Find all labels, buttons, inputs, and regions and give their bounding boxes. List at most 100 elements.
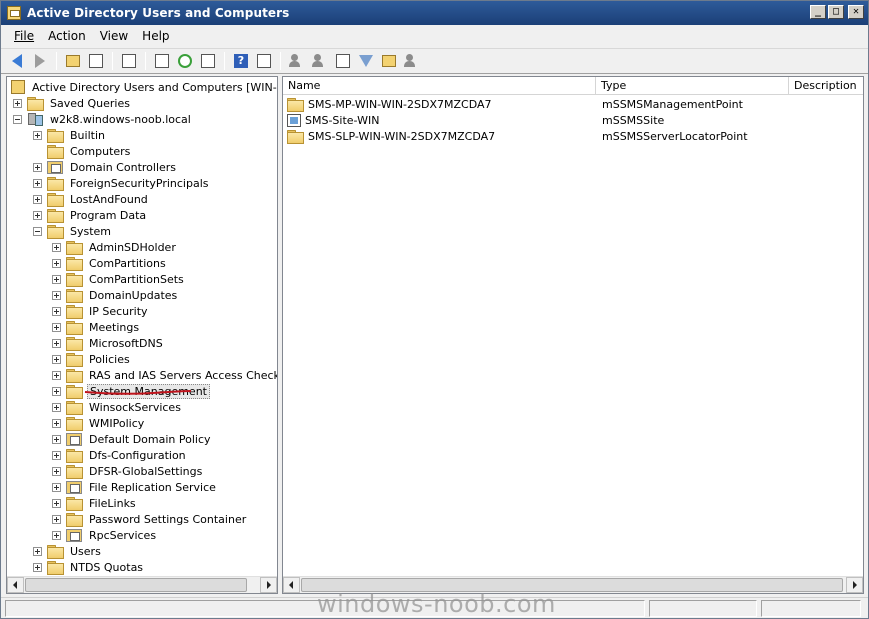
expand-icon[interactable]: [52, 450, 61, 460]
details-pane[interactable]: Name Type Description SMS-MP-WIN-WIN-2SD…: [282, 76, 864, 594]
tree-item-com-partition-sets[interactable]: ComPartitionSets: [52, 271, 186, 287]
back-button[interactable]: [7, 51, 27, 71]
expand-icon[interactable]: [13, 98, 22, 108]
filter-button[interactable]: [356, 51, 376, 71]
expand-icon[interactable]: [33, 194, 42, 204]
tree-item-rpc-services[interactable]: RpcServices: [52, 527, 158, 543]
tree-item-file-links[interactable]: FileLinks: [52, 495, 138, 511]
help-button[interactable]: ?: [231, 51, 251, 71]
show-hide-tree-button[interactable]: [86, 51, 106, 71]
copy-button[interactable]: [119, 51, 139, 71]
tree-item-system[interactable]: System: [33, 223, 113, 239]
list-item[interactable]: SMS-MP-WIN-WIN-2SDX7MZCDA7 mSSMSManageme…: [283, 96, 863, 112]
refresh-button[interactable]: [175, 51, 195, 71]
tree-item-dfsr-global-settings[interactable]: DFSR-GlobalSettings: [52, 463, 204, 479]
expand-icon[interactable]: [52, 306, 61, 316]
close-button[interactable]: ✕: [848, 5, 864, 19]
tree-item-saved-queries[interactable]: Saved Queries: [13, 95, 132, 111]
tree-horizontal-scrollbar[interactable]: [7, 576, 277, 593]
expand-icon[interactable]: [52, 258, 61, 268]
expand-icon[interactable]: [33, 562, 42, 572]
collapse-icon[interactable]: [33, 226, 42, 236]
tree-item-domain-updates[interactable]: DomainUpdates: [52, 287, 179, 303]
scroll-thumb[interactable]: [25, 578, 247, 592]
tree-item-admin-sd-holder[interactable]: AdminSDHolder: [52, 239, 178, 255]
new-user-button[interactable]: [287, 51, 307, 71]
tree-item-foreign-security-principals[interactable]: ForeignSecurityPrincipals: [33, 175, 211, 191]
find-button[interactable]: [379, 51, 399, 71]
expand-icon[interactable]: [52, 338, 61, 348]
expand-icon[interactable]: [52, 274, 61, 284]
console-tree-button[interactable]: [254, 51, 274, 71]
maximize-button[interactable]: □: [828, 5, 844, 19]
expand-icon[interactable]: [52, 290, 61, 300]
title-bar[interactable]: Active Directory Users and Computers _ □…: [1, 1, 868, 25]
expand-icon[interactable]: [52, 530, 61, 540]
tree-item-dfs-configuration[interactable]: Dfs-Configuration: [52, 447, 188, 463]
tree-item-file-replication-service[interactable]: File Replication Service: [52, 479, 218, 495]
list-item[interactable]: SMS-Site-WIN mSSMSSite: [283, 112, 863, 128]
scroll-right-icon[interactable]: [260, 577, 277, 593]
expand-icon[interactable]: [33, 130, 42, 140]
expand-icon[interactable]: [52, 322, 61, 332]
column-header-type[interactable]: Type: [596, 77, 789, 95]
expand-icon[interactable]: [52, 434, 61, 444]
new-ou-button[interactable]: [333, 51, 353, 71]
tree-item-domain[interactable]: w2k8.windows-noob.local: [13, 111, 193, 127]
expand-icon[interactable]: [52, 498, 61, 508]
properties-button[interactable]: [152, 51, 172, 71]
expand-icon[interactable]: [52, 242, 61, 252]
tree-item-wmi-policy[interactable]: WMIPolicy: [52, 415, 146, 431]
new-group-button[interactable]: [310, 51, 330, 71]
menu-action[interactable]: Action: [41, 29, 93, 43]
expand-icon[interactable]: [52, 514, 61, 524]
expand-icon[interactable]: [33, 162, 42, 172]
tree-item-domain-controllers[interactable]: Domain Controllers: [33, 159, 178, 175]
refresh-icon: [178, 54, 192, 68]
expand-icon[interactable]: [52, 370, 61, 380]
tree-item-root[interactable]: Active Directory Users and Computers [WI…: [11, 79, 277, 95]
folder-icon: [66, 385, 83, 399]
tree-item-ip-security[interactable]: IP Security: [52, 303, 150, 319]
scroll-left-icon[interactable]: [7, 577, 24, 593]
tree-item-lost-and-found[interactable]: LostAndFound: [33, 191, 150, 207]
expand-icon[interactable]: [52, 418, 61, 428]
tree-item-builtin[interactable]: Builtin: [33, 127, 107, 143]
minimize-button[interactable]: _: [810, 5, 826, 19]
tree-item-com-partitions[interactable]: ComPartitions: [52, 255, 168, 271]
expand-icon[interactable]: [52, 482, 61, 492]
tree-item-meetings[interactable]: Meetings: [52, 319, 141, 335]
up-one-level-button[interactable]: [63, 51, 83, 71]
collapse-icon[interactable]: [13, 114, 22, 124]
tree-item-users[interactable]: Users: [33, 543, 103, 559]
expand-icon[interactable]: [52, 386, 61, 396]
menu-file[interactable]: File: [7, 29, 41, 43]
list-item[interactable]: SMS-SLP-WIN-WIN-2SDX7MZCDA7 mSSMSServerL…: [283, 128, 863, 144]
scroll-right-icon[interactable]: [846, 577, 863, 593]
tree-item-policies[interactable]: Policies: [52, 351, 132, 367]
export-list-button[interactable]: [198, 51, 218, 71]
expand-icon[interactable]: [33, 178, 42, 188]
tree-item-ras-ias[interactable]: RAS and IAS Servers Access Check: [52, 367, 277, 383]
tree-item-default-domain-policy[interactable]: Default Domain Policy: [52, 431, 213, 447]
forward-button[interactable]: [30, 51, 50, 71]
tree-item-microsoft-dns[interactable]: MicrosoftDNS: [52, 335, 165, 351]
menu-help[interactable]: Help: [135, 29, 176, 43]
tree-item-password-settings-container[interactable]: Password Settings Container: [52, 511, 248, 527]
tree-label: System: [70, 224, 112, 238]
expand-icon[interactable]: [33, 546, 42, 556]
tree-item-ntds-quotas[interactable]: NTDS Quotas: [33, 559, 145, 575]
expand-icon[interactable]: [52, 402, 61, 412]
column-header-description[interactable]: Description: [789, 77, 863, 95]
tree-item-program-data[interactable]: Program Data: [33, 207, 148, 223]
console-tree-pane[interactable]: Active Directory Users and Computers [WI…: [6, 76, 278, 594]
tree-item-computers[interactable]: Computers: [33, 143, 132, 159]
menu-view[interactable]: View: [93, 29, 135, 43]
tree-item-winsock-services[interactable]: WinsockServices: [52, 399, 183, 415]
scroll-left-icon[interactable]: [283, 577, 300, 593]
add-to-group-button[interactable]: [402, 51, 422, 71]
expand-icon[interactable]: [52, 354, 61, 364]
expand-icon[interactable]: [33, 210, 42, 220]
column-header-name[interactable]: Name: [283, 77, 596, 95]
expand-icon[interactable]: [52, 466, 61, 476]
